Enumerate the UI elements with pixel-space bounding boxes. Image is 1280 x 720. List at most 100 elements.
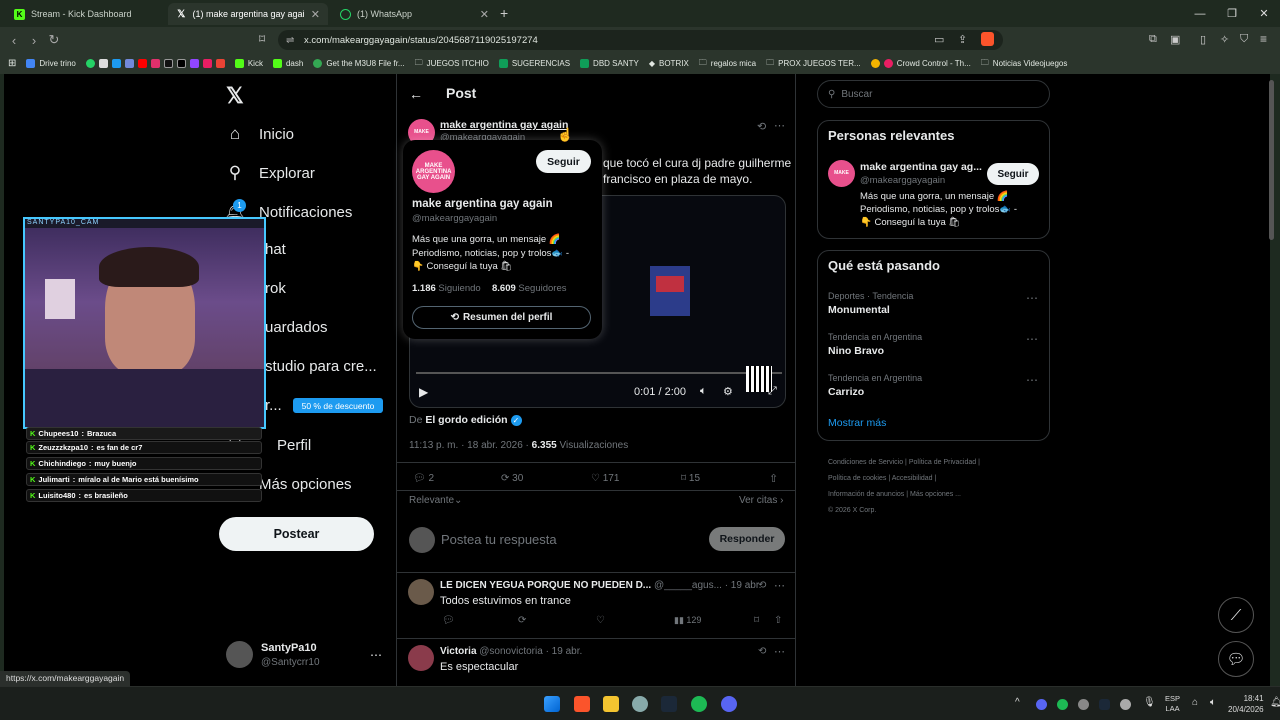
play-icon[interactable]: ▶ (419, 385, 428, 399)
popup-avatar[interactable]: MAKE ARGENTINA GAY AGAIN (412, 150, 455, 193)
spotify-icon[interactable] (691, 696, 707, 712)
brave-shield-icon[interactable] (981, 32, 994, 46)
bookmark-regalos[interactable]: 🗀 regalos mica (694, 57, 761, 71)
sidebar-item-studio[interactable]: studio para cre... (265, 358, 377, 375)
bookmark-prox[interactable]: 🗀 PROX JUEGOS TER... (761, 57, 866, 71)
grok-analyze-icon[interactable]: ⟲ (757, 120, 766, 133)
menu-icon[interactable]: ≡ (1260, 32, 1267, 46)
share-icon[interactable]: ⇪ (958, 33, 967, 46)
bookmark-kick[interactable]: Kick (230, 59, 268, 68)
discord-icon[interactable] (721, 696, 737, 712)
post-menu-icon[interactable]: ⋯ (774, 119, 785, 132)
reply-views[interactable]: ▮▮ 129 (674, 615, 701, 626)
close-window-icon[interactable]: ✕ (1248, 0, 1280, 27)
footer-link[interactable]: Política de Privacidad (909, 459, 976, 466)
sidebar-item-explorar[interactable]: ⚲ Explorar (225, 163, 315, 183)
from-source-name[interactable]: El gordo edición (425, 414, 507, 426)
follow-button[interactable]: Seguir (987, 163, 1039, 185)
back-arrow-icon[interactable]: ← (409, 86, 423, 102)
notifications-icon[interactable]: 🔔︎ (1270, 697, 1280, 708)
tab-kick[interactable]: K Stream - Kick Dashboard (6, 3, 166, 25)
url-field[interactable]: ⇌ x.com/makearggayagain/status/204568711… (278, 30, 1003, 50)
minimize-icon[interactable]: — (1184, 0, 1216, 27)
avatar[interactable] (408, 645, 434, 671)
reply-share-icon[interactable]: ⇧ (774, 615, 782, 626)
grok-analyze-icon[interactable]: ⟲ (758, 646, 766, 657)
search-box[interactable]: ⚲ Buscar (817, 80, 1050, 108)
reply-action[interactable]: 💬︎ 2 (413, 473, 434, 484)
like-action[interactable]: ♡ 171 (591, 473, 619, 484)
sort-selector[interactable]: Relevante⌄ (409, 495, 462, 506)
vpn-icon[interactable]: ⛉ (1240, 33, 1248, 46)
post-button[interactable]: Postear (219, 517, 374, 551)
bookmark-icons-group[interactable] (81, 59, 230, 68)
bookmark-sugerencias[interactable]: SUGERENCIAS (494, 59, 575, 68)
trend-menu-icon[interactable]: ⋯ (1026, 373, 1039, 387)
trend-menu-icon[interactable]: ⋯ (1026, 291, 1039, 305)
bookmark-dbd[interactable]: DBD SANTY (575, 59, 644, 68)
bookmark-botrix[interactable]: ◆ BOTRIX (644, 59, 694, 68)
sidebar-item-guardados[interactable]: uardados (265, 319, 328, 336)
follow-button[interactable]: Seguir (536, 150, 591, 173)
language-indicator[interactable]: ESP LAA (1165, 694, 1180, 714)
footer-link[interactable]: Condiciones de Servicio (828, 459, 903, 466)
share-icon[interactable]: ⇧ (769, 472, 778, 485)
avatar[interactable] (408, 579, 434, 605)
bookmark-dash[interactable]: dash (268, 59, 308, 68)
tray-discord-icon[interactable] (1036, 699, 1047, 710)
obs-icon[interactable] (632, 696, 648, 712)
reply-author-name[interactable]: LE DICEN YEGUA PORQUE NO PUEDEN D... (440, 580, 651, 591)
reply-like-icon[interactable]: ♡ (596, 615, 605, 626)
show-more-link[interactable]: Mostrar más (828, 417, 886, 429)
profile-summary-button[interactable]: ⟲ Resumen del perfil (412, 306, 591, 329)
bookmark-itchio[interactable]: 🗀 JUEGOS ITCHIO (410, 57, 494, 71)
popup-handle[interactable]: @makearggayagain (412, 213, 497, 224)
trend-item[interactable]: Deportes · Tendencia Monumental (828, 291, 913, 316)
reply-author-handle[interactable]: @sonovictoria (479, 646, 543, 657)
new-tab-icon[interactable]: + (500, 5, 508, 21)
bookmark-drive[interactable]: Drive trino (21, 59, 80, 68)
microphone-icon[interactable]: 🎙︎ (1143, 697, 1156, 708)
grok-analyze-icon[interactable]: ⟲ (758, 580, 766, 591)
tab-x-post[interactable]: 𝕏 (1) make argentina gay again en ✕ (168, 3, 328, 25)
sidebar-item-chat[interactable]: hat (265, 241, 286, 258)
clock[interactable]: 18:41 20/4/2026 (1228, 693, 1264, 715)
reply-repost-icon[interactable]: ⟳ (518, 615, 526, 626)
footer-link[interactable]: Accesibilidad (892, 475, 933, 482)
reply-date[interactable]: · 19 abr. (725, 580, 762, 591)
cast-icon[interactable]: ▭ (934, 33, 944, 46)
scrollbar[interactable] (1269, 80, 1274, 240)
windows-start-icon[interactable] (544, 696, 560, 712)
reply-bookmark-icon[interactable]: ⌑ (754, 615, 759, 626)
post-timestamp[interactable]: 11:13 p. m. · 18 abr. 2026 · (409, 440, 532, 451)
popup-name[interactable]: make argentina gay again (412, 198, 553, 210)
tray-app-icon[interactable] (1078, 699, 1089, 710)
steam-icon[interactable] (661, 696, 677, 712)
footer-link[interactable]: Más opciones ... (910, 491, 961, 498)
bookmark-action[interactable]: ⌑ 15 (681, 473, 700, 484)
x-logo-icon[interactable]: 𝕏 (226, 83, 244, 109)
view-quotes-link[interactable]: Ver citas › (739, 495, 783, 506)
bookmark-noticias[interactable]: 🗀 Noticias Videojuegos (976, 57, 1073, 71)
popup-followers[interactable]: 8.609 Seguidores (492, 283, 566, 294)
discount-badge[interactable]: 50 % de descuento (293, 398, 383, 413)
reply-button[interactable]: Responder (709, 527, 785, 551)
sidebar-item-grok[interactable]: rok (265, 280, 286, 297)
footer-link[interactable]: Política de cookies (828, 475, 886, 482)
tray-steam-icon[interactable] (1099, 699, 1110, 710)
network-icon[interactable]: ⌂ (1192, 697, 1198, 708)
file-explorer-icon[interactable] (603, 696, 619, 712)
video-progress-bar[interactable] (416, 372, 782, 374)
relevant-name[interactable]: make argentina gay ag... (860, 161, 982, 173)
bookmark-m3u8[interactable]: Get the M3U8 File fr... (308, 59, 409, 68)
reply-author-handle[interactable]: @_____agus... (654, 580, 722, 591)
speaker-icon[interactable]: 🔈︎ (1210, 697, 1216, 708)
forward-icon[interactable]: › (24, 33, 44, 48)
grok-fab-icon[interactable]: ⟋ (1218, 597, 1254, 633)
apps-icon[interactable]: ⊞ (0, 58, 21, 69)
reply-input[interactable]: Postea tu respuesta (441, 532, 557, 547)
sidebar-toggle-icon[interactable]: ▯ (1200, 33, 1206, 46)
avatar[interactable] (226, 641, 253, 668)
wallet-icon[interactable]: ▣ (1170, 33, 1180, 46)
messages-fab-icon[interactable]: 💬︎ (1218, 641, 1254, 677)
